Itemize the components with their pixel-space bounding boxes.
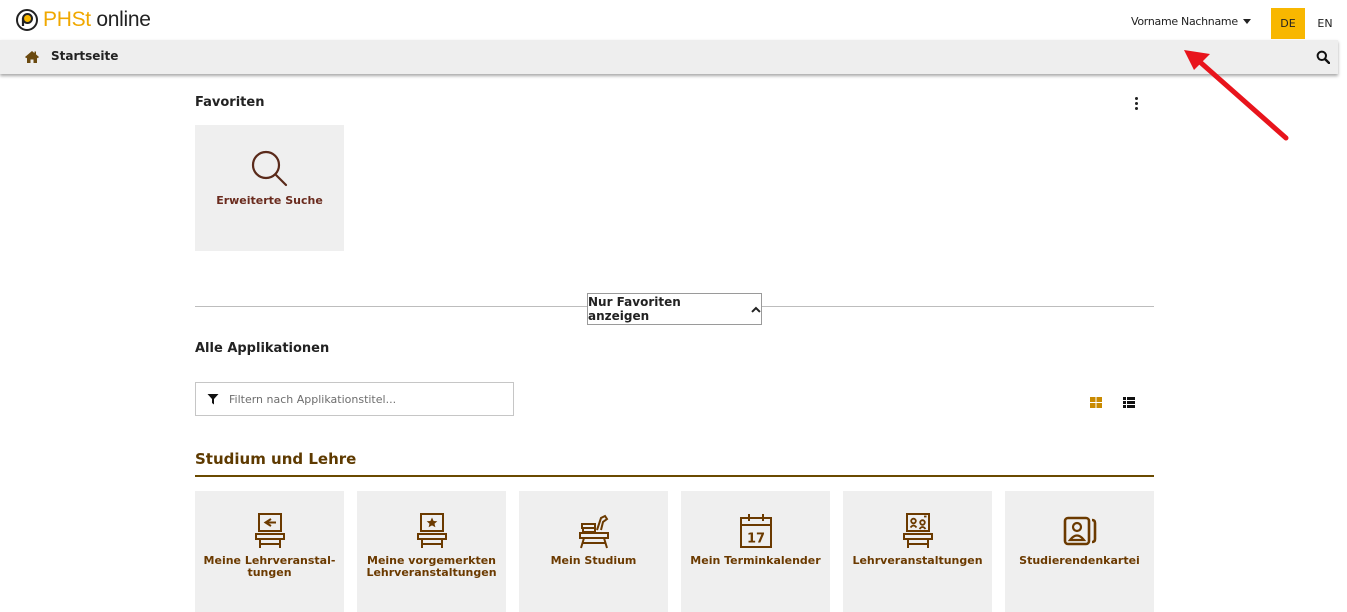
favorites-heading: Favoriten [195, 95, 265, 110]
lecture-desk-people-icon [902, 513, 933, 548]
app-tile-mein-studium[interactable]: Mein Studium [519, 491, 668, 612]
logo-rest: online [90, 8, 151, 31]
logo-icon [16, 9, 38, 31]
nav-bar: Startseite [0, 40, 1338, 74]
filter-input[interactable] [229, 392, 489, 406]
grid-view-icon[interactable] [1090, 397, 1102, 408]
favorite-tile-erweiterte-suche[interactable]: Erweiterte Suche [195, 125, 344, 251]
study-desk-icon [578, 514, 609, 549]
student-card-icon [1063, 516, 1096, 546]
nav-title-startseite[interactable]: Startseite [51, 49, 118, 63]
all-applications-heading: Alle Applikationen [195, 341, 330, 356]
filter-icon [207, 394, 219, 405]
app-tile-lehrveranstaltungen[interactable]: Lehrveranstaltungen [843, 491, 992, 612]
annotation-arrow-icon [1184, 50, 1289, 141]
calendar-day: 17 [746, 532, 764, 547]
caret-down-icon[interactable] [1243, 19, 1251, 24]
show-favorites-only-label: Nur Favoriten anzeigen [588, 295, 681, 323]
search-icon[interactable] [1316, 50, 1330, 64]
list-view-icon[interactable] [1123, 397, 1135, 408]
filter-field[interactable] [195, 382, 514, 416]
app-tile-label: Meine Lehrveranstal- tungen [203, 554, 336, 579]
category-underline [195, 475, 1154, 477]
app-tile-mein-terminkalender[interactable]: 17 Mein Terminkalender [681, 491, 830, 612]
category-heading: Studium und Lehre [195, 450, 357, 468]
app-tile-meine-vorgemerkten-lehrveranstaltungen[interactable]: Meine vorgemerkten Lehrveranstaltungen [357, 491, 506, 612]
user-menu-name[interactable]: Vorname Nachname [1131, 15, 1238, 28]
app-tile-label: Studierendenkartei [1019, 554, 1140, 567]
top-header: PHSt online Vorname Nachname DE EN [0, 0, 1347, 40]
lecture-desk-arrow-icon [254, 513, 285, 548]
app-tile-meine-lehrveranstaltungen[interactable]: Meine Lehrveranstal- tungen [195, 491, 344, 612]
favorite-tile-label: Erweiterte Suche [216, 194, 323, 207]
magnifier-icon [251, 150, 287, 187]
logo-brand: PHSt [43, 8, 91, 31]
logo[interactable]: PHSt online [16, 7, 151, 33]
show-favorites-only-button[interactable]: Nur Favoriten anzeigen [587, 293, 762, 325]
language-en-button[interactable]: EN [1311, 8, 1339, 39]
home-icon[interactable] [24, 49, 40, 65]
chevron-up-icon [751, 306, 761, 313]
language-de-button[interactable]: DE [1271, 8, 1305, 39]
kebab-menu-icon[interactable] [1133, 97, 1139, 111]
app-tile-label: Meine vorgemerkten Lehrveranstaltungen [366, 554, 497, 579]
logo-text: PHSt online [43, 7, 151, 33]
calendar-icon: 17 [739, 514, 772, 548]
app-tile-label: Mein Terminkalender [690, 554, 821, 567]
app-tile-label: Mein Studium [550, 554, 637, 567]
app-tile-studierendenkartei[interactable]: Studierendenkartei [1005, 491, 1154, 612]
app-tile-label: Lehrveranstaltungen [852, 554, 983, 567]
lecture-desk-star-icon [416, 513, 447, 548]
